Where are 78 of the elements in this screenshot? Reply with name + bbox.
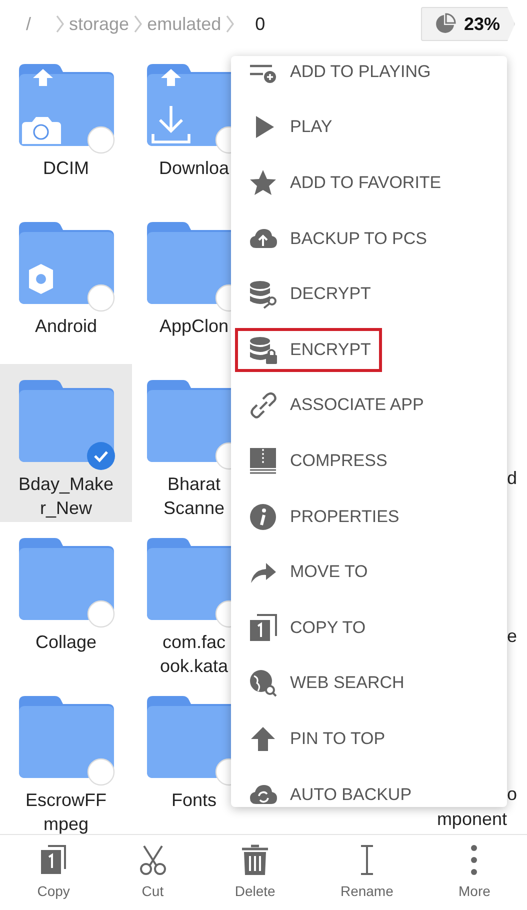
- highlight-frame: ADD TO PLAYING: [235, 56, 442, 94]
- folder-item[interactable]: DCIM: [0, 48, 132, 206]
- menu-item[interactable]: AUTO BACKUP: [231, 766, 507, 807]
- folder-icon: [18, 64, 114, 146]
- zipper-icon: [248, 446, 278, 476]
- folder-icon: [18, 380, 114, 462]
- folder-name: Bday_Make r_New: [18, 473, 114, 520]
- folder-item[interactable]: EscrowFF mpeg: [0, 680, 132, 835]
- toolbar-button[interactable]: Copy: [30, 835, 77, 910]
- menu-item[interactable]: WEB SEARCH: [231, 656, 507, 712]
- toolbar-button[interactable]: More: [452, 835, 496, 910]
- folder-item[interactable]: Collage: [0, 522, 132, 680]
- highlight-frame: ADD TO FAVORITE: [235, 160, 452, 205]
- folder-item[interactable]: Android: [0, 206, 132, 364]
- database-key-icon: [248, 279, 278, 310]
- folder-item[interactable]: Bday_Make r_New: [0, 364, 132, 522]
- link-icon: [248, 390, 278, 420]
- highlight-frame: PLAY: [235, 105, 344, 150]
- pie-chart-icon: [434, 13, 456, 35]
- menu-item[interactable]: ASSOCIATE APP: [231, 378, 507, 434]
- folder-name: Android: [34, 315, 98, 338]
- menu-item[interactable]: DECRYPT: [231, 266, 507, 322]
- menu-item[interactable]: PROPERTIES: [231, 488, 507, 544]
- folder-name: mponent: [436, 808, 507, 831]
- folder-icon: [18, 222, 114, 304]
- highlight-frame: ENCRYPT: [235, 328, 382, 372]
- highlight-frame: COPY TO: [235, 606, 377, 650]
- checkbox-circle[interactable]: [86, 126, 114, 154]
- folder-icon: [18, 538, 114, 620]
- menu-item[interactable]: COMPRESS: [231, 433, 507, 489]
- folder-name: EscrowFF mpeg: [26, 789, 106, 835]
- chevron-icon: [225, 14, 236, 34]
- copy-icon: [248, 612, 278, 643]
- menu-item[interactable]: BACKUP TO PCS: [231, 210, 507, 266]
- globe-search-icon: [248, 668, 278, 698]
- folder-icon: [18, 696, 114, 778]
- folder-name: AppClon: [159, 315, 229, 338]
- folder-name: d: [506, 467, 517, 490]
- menu-item[interactable]: COPY TO: [231, 600, 507, 656]
- folder-name: Collage: [35, 631, 97, 654]
- folder-name: e: [506, 625, 517, 648]
- checkmark-icon[interactable]: [86, 442, 114, 470]
- chevron-icon: [133, 14, 144, 34]
- folder-name: o: [506, 783, 517, 806]
- toolbar-button[interactable]: Rename: [334, 835, 400, 910]
- highlight-frame: MOVE TO: [235, 550, 379, 594]
- storage-badge[interactable]: 23%: [420, 7, 515, 41]
- menu-item[interactable]: ENCRYPT: [231, 322, 507, 378]
- highlight-frame: COMPRESS: [235, 438, 398, 483]
- highlight-frame: AUTO BACKUP: [235, 772, 423, 807]
- folder-name: DCIM: [43, 157, 89, 180]
- highlight-frame: PROPERTIES: [235, 494, 410, 539]
- database-lock-icon: [248, 334, 278, 365]
- menu-item[interactable]: ADD TO FAVORITE: [231, 155, 507, 211]
- folder-name: Bharat Scanne: [163, 473, 225, 520]
- toolbar-button[interactable]: Cut: [130, 835, 176, 910]
- highlight-frame: WEB SEARCH: [235, 661, 416, 706]
- highlight-frame: ASSOCIATE APP: [235, 383, 435, 428]
- checkbox-circle[interactable]: [86, 600, 114, 628]
- highlight-frame: BACKUP TO PCS: [235, 216, 438, 261]
- toolbar-button[interactable]: Delete: [228, 835, 282, 910]
- breadcrumb-item[interactable]: 0: [253, 14, 268, 34]
- menu-item[interactable]: ADD TO PLAYING: [231, 56, 507, 100]
- checkbox-circle[interactable]: [86, 284, 114, 312]
- folder-name: Fonts: [171, 789, 217, 812]
- menu-item[interactable]: MOVE TO: [231, 544, 507, 600]
- chevron-icon: [55, 14, 66, 34]
- star-icon: [248, 168, 278, 198]
- folder-name: com.fac ook.kata: [160, 631, 228, 678]
- folder-name: Downloa: [158, 157, 230, 180]
- highlight-frame: PIN TO TOP: [235, 716, 396, 761]
- highlight-frame: DECRYPT: [235, 272, 382, 316]
- menu-item[interactable]: PLAY: [231, 100, 507, 156]
- checkbox-circle[interactable]: [86, 758, 114, 786]
- menu-item[interactable]: PIN TO TOP: [231, 711, 507, 767]
- info-icon: [248, 502, 278, 532]
- storage-percent: 23%: [464, 14, 500, 34]
- more-icon: [471, 843, 478, 877]
